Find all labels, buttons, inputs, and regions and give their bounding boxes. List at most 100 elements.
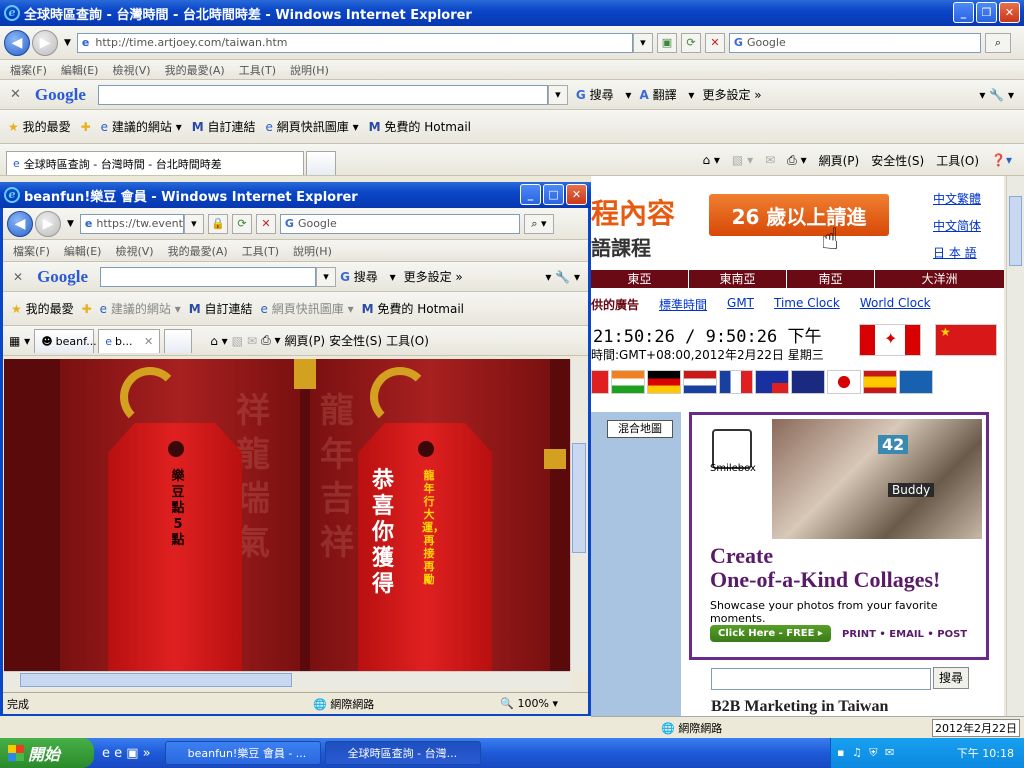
popup-menu-help[interactable]: 說明(H) <box>293 243 332 259</box>
menu-favorites[interactable]: 我的最愛(A) <box>165 62 225 78</box>
feeds-icon[interactable]: ▧ ▾ <box>732 153 753 167</box>
add-favorite-icon[interactable]: ✚ <box>81 120 91 134</box>
popup-tab-2[interactable]: e b... ✕ <box>98 328 161 353</box>
main-title-bar[interactable]: e 全球時區查詢 - 台灣時間 - 台北時間時差 - Windows Inter… <box>0 0 1024 26</box>
gmt-link[interactable]: GMT <box>727 296 754 313</box>
main-vertical-scrollbar[interactable] <box>1006 176 1024 716</box>
flag-germany[interactable] <box>647 370 681 394</box>
close-button[interactable]: ✕ <box>999 2 1020 23</box>
start-button[interactable]: 開始 <box>0 738 94 768</box>
search-input[interactable]: G Google <box>728 32 981 53</box>
popup-more-settings[interactable]: 更多設定 » <box>404 268 463 285</box>
popup-feeds-icon[interactable]: ▧ <box>232 334 243 348</box>
smilebox-ad[interactable]: Smilebox Buddy 42 Create One-of-a-Kind C… <box>689 412 989 660</box>
popup-menu-view[interactable]: 檢視(V) <box>115 243 153 259</box>
menu-help[interactable]: 說明(H) <box>290 62 329 78</box>
fav-hotmail[interactable]: M 免費的 Hotmail <box>369 118 471 135</box>
popup-search-button[interactable]: ⌕ ▾ <box>523 213 554 234</box>
forward-button[interactable]: ▶ <box>32 29 58 56</box>
flag-sweden[interactable] <box>899 370 933 394</box>
cmd-tools[interactable]: 工具(O) <box>936 152 979 169</box>
stop-button[interactable]: ✕ <box>704 32 725 53</box>
popup-google-input[interactable] <box>100 266 317 287</box>
popup-search-input[interactable]: G Google <box>279 213 520 234</box>
world-clock-link[interactable]: World Clock <box>860 296 931 313</box>
popup-forward-button[interactable]: ▶ <box>35 210 61 237</box>
cmd-page[interactable]: 網頁(P) <box>819 152 860 169</box>
fav-custom-links[interactable]: M 自訂連結 <box>192 118 256 135</box>
popup-menu-favorites[interactable]: 我的最愛(A) <box>168 243 228 259</box>
popup-horizontal-scrollbar[interactable] <box>4 671 570 689</box>
map-area[interactable]: 混合地圖 <box>591 412 681 716</box>
help-icon[interactable]: ❓▾ <box>991 153 1012 167</box>
popup-menu-file[interactable]: 檔案(F) <box>13 243 50 259</box>
google-dropdown-button[interactable]: ▾ <box>547 84 568 105</box>
address-input[interactable]: e http://time.artjoey.com/taiwan.htm <box>76 32 633 53</box>
lang-simplified[interactable]: 中文简体 <box>933 217 981 234</box>
popup-close-button[interactable]: ✕ <box>566 184 587 205</box>
popup-title-bar[interactable]: e beanfun!樂豆 會員 - Windows Internet Explo… <box>0 182 591 208</box>
restore-button[interactable]: ❐ <box>976 2 997 23</box>
cmd-safety[interactable]: 安全性(S) <box>871 152 924 169</box>
popup-history-icon[interactable]: ▼ <box>67 219 74 229</box>
time-clock-link[interactable]: Time Clock <box>774 296 840 313</box>
popup-fav-suggested[interactable]: e 建議的網站 ▾ <box>100 300 181 317</box>
popup-vertical-scrollbar[interactable] <box>570 359 587 671</box>
flag-australia[interactable] <box>791 370 825 394</box>
ads-link[interactable]: 供的廣告 <box>591 296 639 313</box>
close-toolbar-icon[interactable]: ✕ <box>10 87 21 102</box>
popup-menu-tools[interactable]: 工具(T) <box>242 243 279 259</box>
china-flag[interactable]: ★ <box>935 324 997 356</box>
lock-icon[interactable]: 🔒 <box>207 213 228 234</box>
menu-file[interactable]: 檔案(F) <box>10 62 47 78</box>
compat-view-icon[interactable]: ▣ <box>656 32 677 53</box>
lang-japanese[interactable]: 日 本 語 <box>933 244 981 261</box>
google-search-input[interactable] <box>97 84 548 105</box>
region-south-asia[interactable]: 南亞 <box>787 270 875 288</box>
tray-clock[interactable]: 下午 10:18 <box>957 745 1014 761</box>
quick-tabs-icon[interactable]: ▦ ▾ <box>9 334 30 348</box>
popup-cmd-safety[interactable]: 安全性(S) <box>329 332 382 349</box>
popup-wrench-icon[interactable]: ▾ 🔧 ▾ <box>545 270 580 284</box>
site-search-input[interactable] <box>711 668 931 690</box>
favorites-button[interactable]: ★ 我的最愛 <box>8 118 71 135</box>
flag-france[interactable] <box>719 370 753 394</box>
popup-new-tab[interactable] <box>164 328 193 353</box>
hybrid-map-button[interactable]: 混合地圖 <box>607 420 673 438</box>
tab-main[interactable]: e 全球時區查詢 - 台灣時間 - 台北時間時差 <box>6 151 304 175</box>
refresh-button[interactable]: ⟳ <box>680 32 701 53</box>
search-button[interactable]: ⌕ <box>984 32 1011 53</box>
popup-tab-1[interactable]: ☻ beanf... <box>34 328 97 353</box>
quicklaunch-icons[interactable]: e e ▣ » <box>102 746 151 761</box>
menu-tools[interactable]: 工具(T) <box>239 62 276 78</box>
popup-print-icon[interactable]: ⎙ ▾ <box>261 333 280 348</box>
popup-stop-button[interactable]: ✕ <box>255 213 276 234</box>
popup-cmd-page[interactable]: 網頁(P) <box>285 332 326 349</box>
flag-1[interactable] <box>591 370 609 394</box>
popup-fav-gallery[interactable]: e 網頁快訊圖庫 ▾ <box>261 300 354 317</box>
menu-view[interactable]: 檢視(V) <box>112 62 150 78</box>
popup-back-button[interactable]: ◀ <box>7 210 33 237</box>
popup-address-dropdown[interactable]: ▾ <box>183 213 204 234</box>
region-oceania[interactable]: 大洋洲 <box>875 270 1004 288</box>
popup-menu-edit[interactable]: 編輯(E) <box>64 243 102 259</box>
ad-age-button[interactable]: 26 歲以上請進 <box>709 194 889 236</box>
flag-taiwan[interactable] <box>755 370 789 394</box>
home-icon[interactable]: ⌂ ▾ <box>702 153 719 167</box>
minimize-button[interactable]: _ <box>953 2 974 23</box>
flag-japan[interactable] <box>827 370 861 394</box>
lang-traditional[interactable]: 中文繁體 <box>933 190 981 207</box>
region-southeast-asia[interactable]: 東南亞 <box>689 270 787 288</box>
mail-icon[interactable]: ✉ <box>765 153 775 167</box>
flag-netherlands[interactable] <box>683 370 717 394</box>
popup-zoom[interactable]: 🔍 100% ▾ <box>500 697 558 710</box>
google-search-button[interactable]: G 搜尋 ▾ <box>576 86 632 103</box>
popup-fav-custom[interactable]: M 自訂連結 <box>189 300 253 317</box>
popup-mail-icon[interactable]: ✉ <box>247 334 257 348</box>
popup-google-dropdown[interactable]: ▾ <box>316 266 337 287</box>
popup-refresh-button[interactable]: ⟳ <box>231 213 252 234</box>
print-icon[interactable]: ⎙ ▾ <box>787 153 806 168</box>
popup-minimize-button[interactable]: _ <box>520 184 541 205</box>
site-search-button[interactable]: 搜尋 <box>933 667 969 689</box>
popup-close-toolbar-icon[interactable]: ✕ <box>13 270 23 284</box>
